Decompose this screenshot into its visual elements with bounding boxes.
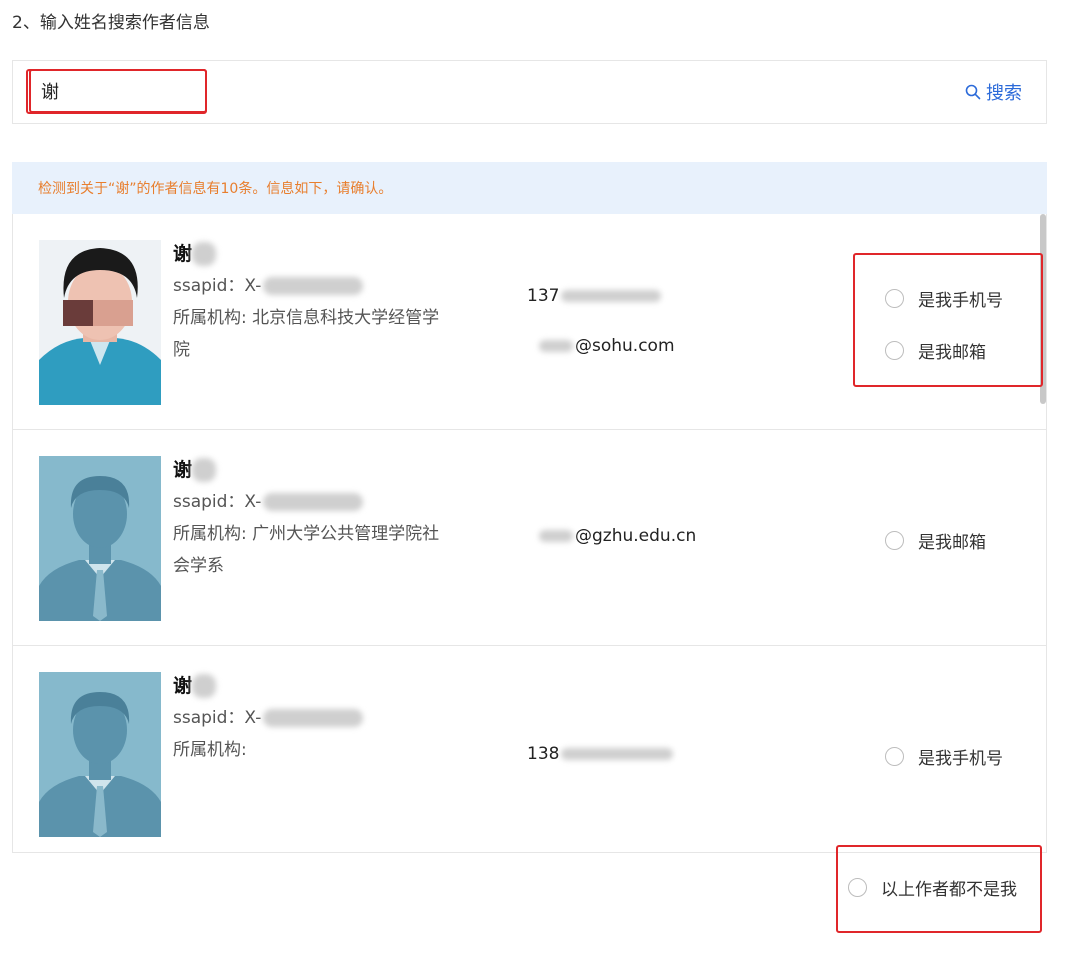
author-name: 谢 <box>173 670 363 702</box>
author-email: @sohu.com <box>539 336 675 356</box>
search-icon <box>965 84 981 100</box>
ssapid-text: ssapid：X- <box>173 276 262 296</box>
author-name-text: 谢 <box>173 459 193 481</box>
org-line2: 院 <box>173 340 190 360</box>
redacted-email <box>539 530 573 542</box>
author-name: 谢 <box>173 454 439 486</box>
org-line1: 北京信息科技大学经管学 <box>252 308 440 328</box>
author-list: 谢 ssapid：X- 所属机构: 北京信息科技大学经管学 院 137 @soh… <box>12 214 1047 853</box>
result-notice: 检测到关于“谢”的作者信息有10条。信息如下，请确认。 <box>12 162 1047 214</box>
redacted-phone <box>561 748 674 760</box>
author-name-text: 谢 <box>173 243 193 265</box>
author-ssapid: ssapid：X- <box>173 702 364 734</box>
author-row: 谢 ssapid：X- 所属机构: 138 是我手机号 <box>13 646 1046 853</box>
option-label: 是我手机号 <box>918 291 1003 311</box>
option-is-my-email[interactable]: 是我邮箱 <box>885 528 986 553</box>
author-phone: 137 <box>527 286 662 306</box>
org-line2: 会学系 <box>173 556 224 576</box>
ssapid-text: ssapid：X- <box>173 708 262 728</box>
redacted-name <box>192 458 217 482</box>
option-is-my-phone[interactable]: 是我手机号 <box>885 744 1003 769</box>
phone-text: 137 <box>527 286 560 306</box>
org-label: 所属机构: <box>173 308 247 328</box>
author-name-text: 谢 <box>173 675 193 697</box>
option-is-my-email[interactable]: 是我邮箱 <box>885 338 986 363</box>
default-avatar <box>39 456 161 621</box>
redacted-name <box>192 674 217 698</box>
redacted-name <box>192 242 217 266</box>
email-text: @gzhu.edu.cn <box>575 526 697 546</box>
radio-button[interactable] <box>848 878 867 897</box>
search-button[interactable]: 搜索 <box>965 79 1022 105</box>
option-label: 是我邮箱 <box>918 343 986 363</box>
option-label: 是我邮箱 <box>918 533 986 553</box>
org-label: 所属机构: <box>173 740 247 760</box>
redacted-ssapid <box>263 277 364 295</box>
author-row: 谢 ssapid：X- 所属机构: 北京信息科技大学经管学 院 137 @soh… <box>13 214 1046 430</box>
phone-text: 138 <box>527 744 560 764</box>
option-is-my-phone[interactable]: 是我手机号 <box>885 286 1003 311</box>
author-ssapid: ssapid：X- <box>173 486 439 518</box>
redacted-ssapid <box>263 709 364 727</box>
name-search-input[interactable]: 谢 <box>29 69 207 113</box>
email-text: @sohu.com <box>575 336 675 356</box>
radio-button[interactable] <box>885 531 904 550</box>
search-bar: 谢 搜索 <box>12 60 1047 124</box>
author-info: 谢 ssapid：X- 所属机构: <box>173 670 364 766</box>
author-info: 谢 ssapid：X- 所属机构: 北京信息科技大学经管学 院 <box>173 238 439 366</box>
org-label: 所属机构: <box>173 524 247 544</box>
author-ssapid: ssapid：X- <box>173 270 439 302</box>
default-avatar <box>39 672 161 837</box>
search-button-label: 搜索 <box>986 83 1022 104</box>
radio-button[interactable] <box>885 341 904 360</box>
author-info: 谢 ssapid：X- 所属机构: 广州大学公共管理学院社 会学系 <box>173 454 439 582</box>
author-phone: 138 <box>527 744 674 764</box>
author-org: 所属机构: <box>173 734 363 766</box>
author-org: 所属机构: 广州大学公共管理学院社 <box>173 518 439 550</box>
radio-button[interactable] <box>885 289 904 308</box>
option-label: 是我手机号 <box>918 749 1003 769</box>
ssapid-text: ssapid：X- <box>173 492 262 512</box>
org-line1: 广州大学公共管理学院社 <box>252 524 440 544</box>
radio-button[interactable] <box>885 747 904 766</box>
step-title: 2、输入姓名搜索作者信息 <box>12 13 210 33</box>
redacted-email <box>539 340 573 352</box>
author-name: 谢 <box>173 238 439 270</box>
author-row: 谢 ssapid：X- 所属机构: 广州大学公共管理学院社 会学系 @gzhu.… <box>13 430 1046 646</box>
author-email: @gzhu.edu.cn <box>539 526 696 546</box>
author-org: 所属机构: 北京信息科技大学经管学 <box>173 302 439 334</box>
option-none-of-these[interactable]: 以上作者都不是我 <box>848 875 1017 900</box>
none-option-label: 以上作者都不是我 <box>881 880 1017 900</box>
redacted-ssapid <box>263 493 364 511</box>
author-photo <box>39 240 161 405</box>
redacted-phone <box>561 290 662 302</box>
